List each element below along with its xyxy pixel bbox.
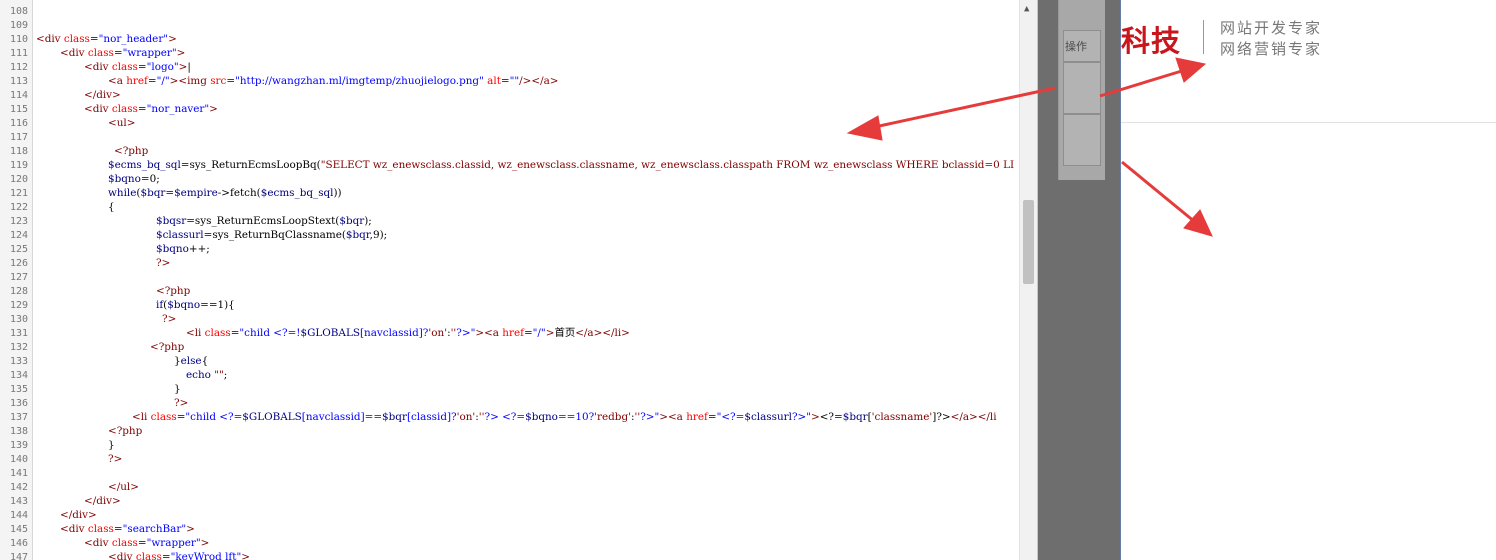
code-line[interactable]: $bqno=0; [108,172,160,186]
line-number: 136 [9,398,28,409]
site-tagline-1: 网站开发专家 [1220,19,1323,37]
line-number: 113 [9,76,28,87]
line-number: 147 [9,552,28,560]
line-number: 140 [9,454,28,465]
line-number: 138 [9,426,28,437]
code-line[interactable]: </div> [60,508,97,522]
code-line[interactable]: <div class="searchBar"> [60,522,195,536]
line-number: 120 [9,174,28,185]
line-number: 145 [9,524,28,535]
code-line[interactable]: $bqsr=sys_ReturnEcmsLoopStext($bqr); [156,214,372,228]
line-number: 112 [9,62,28,73]
code-line[interactable]: $ecms_bq_sql=sys_ReturnEcmsLoopBq("SELEC… [108,158,1014,172]
line-number: 110 [9,34,28,45]
operation-column-label: 操作 [1065,40,1087,53]
code-line[interactable]: echo ""; [186,368,227,382]
code-line[interactable]: } [108,438,115,452]
line-number: 125 [9,244,28,255]
line-number: 124 [9,230,28,241]
brand-separator [1203,20,1204,54]
line-number: 139 [9,440,28,451]
code-line[interactable]: { [108,200,115,214]
code-line[interactable]: <?php [108,424,142,438]
line-number: 122 [9,202,28,213]
line-number: 144 [9,510,28,521]
scroll-up-arrow-icon[interactable]: ▲ [1024,4,1029,14]
code-line[interactable]: ?> [162,312,176,326]
code-line[interactable]: } [174,382,181,396]
line-number: 119 [9,160,28,171]
site-tagline-2: 网络营销专家 [1220,40,1323,58]
line-number: 116 [9,118,28,129]
header-divider [1121,122,1496,123]
code-line[interactable]: $classurl=sys_ReturnBqClassname($bqr,9); [156,228,387,242]
line-number: 129 [9,300,28,311]
code-line[interactable]: <div class="wrapper"> [84,536,209,550]
table-cell [1063,114,1101,166]
code-line[interactable]: </div> [84,494,121,508]
code-line[interactable]: <li class="child <?=$GLOBALS[navclassid]… [132,410,997,424]
line-number: 118 [9,146,28,157]
line-number: 135 [9,384,28,395]
line-number: 128 [9,286,28,297]
code-line[interactable]: </ul> [108,480,139,494]
line-number: 137 [9,412,28,423]
code-line[interactable]: ?> [156,256,170,270]
code-line[interactable]: ?> [108,452,122,466]
code-line[interactable]: <div class="nor_naver"> [84,102,218,116]
line-number: 142 [9,482,28,493]
code-line[interactable]: <div class="wrapper"> [60,46,185,60]
code-line[interactable]: <div class="nor_header"> [36,32,177,46]
code-line[interactable]: while($bqr=$empire->fetch($ecms_bq_sql)) [108,186,342,200]
code-line[interactable]: ?> [174,396,188,410]
line-number: 146 [9,538,28,549]
website-preview: 科技 网站开发专家 网络营销专家 [1120,0,1496,560]
line-number-gutter: 108 109 110 111 112 113 114 115 116 117 … [0,0,33,560]
code-line[interactable]: }else{ [174,354,208,368]
line-number: 131 [9,328,28,339]
line-number: 117 [9,132,28,143]
line-number: 141 [9,468,28,479]
line-number: 108 [9,6,28,17]
line-number: 114 [9,90,28,101]
site-brand-text: 科技 [1121,24,1182,58]
line-number: 133 [9,356,28,367]
line-number: 115 [9,104,28,115]
line-number: 123 [9,216,28,227]
line-number: 111 [9,48,28,59]
code-line[interactable]: </div> [84,88,121,102]
vertical-scrollbar[interactable]: ▲ [1019,0,1037,560]
code-line[interactable]: <ul> [108,116,135,130]
line-number: 132 [9,342,28,353]
line-number: 109 [9,20,28,31]
code-line[interactable]: <div class="logo">| [84,60,191,74]
code-line[interactable]: if($bqno==1){ [156,298,235,312]
background-dialog-fragment: 操作 [1058,0,1105,180]
line-number: 130 [9,314,28,325]
code-line[interactable]: $bqno++; [156,242,210,256]
table-cell [1063,62,1101,114]
code-line[interactable]: <?php [156,284,190,298]
code-line[interactable]: <a href="/"><img src="http://wangzhan.ml… [108,74,558,88]
code-line[interactable]: <li class="child <?=!$GLOBALS[navclassid… [186,326,630,340]
code-line[interactable]: <?php [150,340,184,354]
line-number: 126 [9,258,28,269]
line-number: 143 [9,496,28,507]
code-editor[interactable]: 108 109 110 111 112 113 114 115 116 117 … [0,0,1038,560]
line-number: 121 [9,188,28,199]
line-number: 127 [9,272,28,283]
code-line[interactable]: <?php [114,144,148,158]
code-line[interactable]: <div class="keyWrod lft"> [108,550,250,560]
scrollbar-thumb[interactable] [1023,200,1034,284]
line-number: 134 [9,370,28,381]
